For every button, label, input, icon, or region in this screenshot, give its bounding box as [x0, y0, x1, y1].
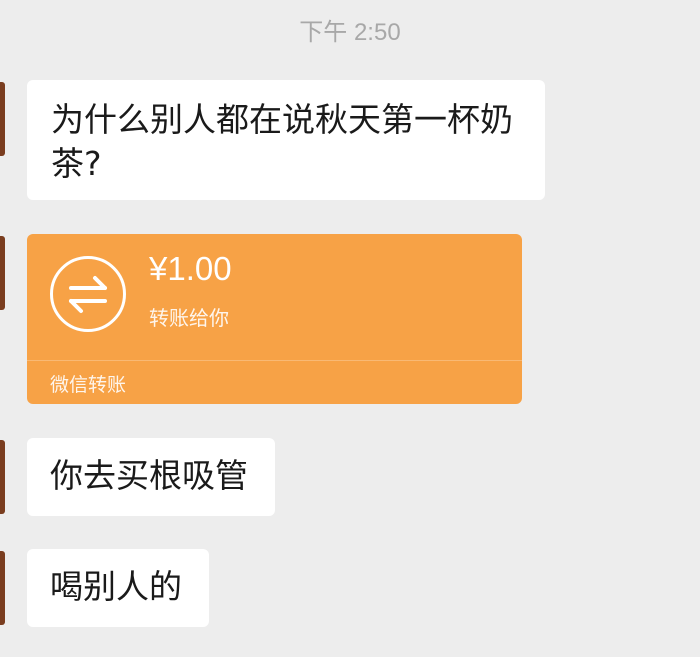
message-timestamp: 下午 2:50 [299, 19, 401, 46]
sender-avatar[interactable] [0, 440, 5, 514]
message-bubble[interactable]: 为什么别人都在说秋天第一杯奶茶? [27, 80, 545, 200]
transfer-arrows-icon [50, 256, 126, 332]
transfer-footer: 微信转账 [50, 374, 127, 396]
message-text: 你去买根吸管 [50, 456, 248, 495]
transfer-divider [27, 360, 522, 361]
message-bubble[interactable]: 喝别人的 [27, 549, 209, 627]
transfer-caption: 转账给你 [149, 306, 229, 330]
transfer-amount: ¥1.00 [149, 250, 232, 287]
sender-avatar[interactable] [0, 82, 5, 156]
message-text: 喝别人的 [50, 567, 182, 606]
sender-avatar[interactable] [0, 236, 5, 310]
sender-avatar[interactable] [0, 551, 5, 625]
transfer-card[interactable]: ¥1.00 转账给你 微信转账 [27, 234, 522, 404]
message-bubble[interactable]: 你去买根吸管 [27, 438, 275, 516]
message-text: 为什么别人都在说秋天第一杯奶茶? [51, 100, 513, 183]
